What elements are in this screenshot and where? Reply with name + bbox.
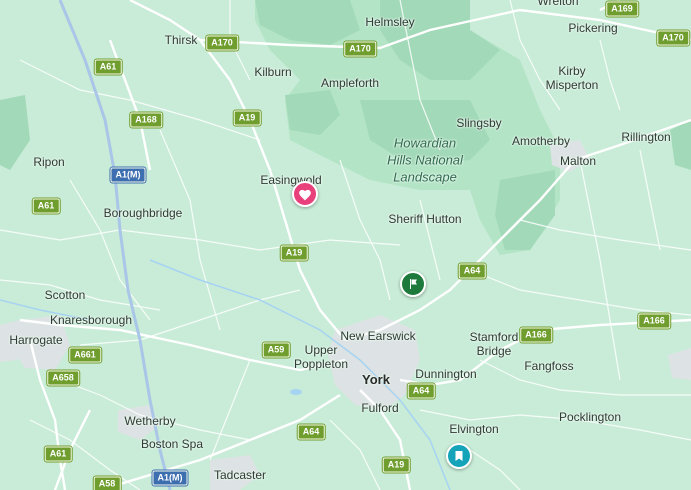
road-shield-a19: A19: [233, 110, 261, 126]
place-label-kilburn[interactable]: Kilburn: [254, 65, 291, 79]
place-label-wrelton[interactable]: Wrelton: [537, 0, 578, 8]
place-label-amotherby[interactable]: Amotherby: [512, 134, 570, 148]
place-label-malton[interactable]: Malton: [560, 154, 596, 168]
bookmark-marker[interactable]: [446, 443, 472, 469]
road-shield-a61: A61: [44, 446, 72, 462]
road-shield-a1m: A1(M): [152, 470, 188, 486]
place-label-wetherby[interactable]: Wetherby: [124, 414, 175, 428]
map-canvas[interactable]: A169 A170 A170 A170 A61 A168 A19 A1(M) A…: [0, 0, 691, 490]
place-label-pocklington[interactable]: Pocklington: [559, 410, 621, 424]
place-label-kirby-misperton[interactable]: Kirby Misperton: [546, 64, 599, 92]
place-label-scotton[interactable]: Scotton: [45, 288, 86, 302]
place-label-tadcaster[interactable]: Tadcaster: [214, 468, 266, 482]
road-shield-a166: A166: [520, 327, 552, 343]
road-shield-a64: A64: [297, 424, 325, 440]
road-shield-a170: A170: [657, 30, 689, 46]
road-shield-a166: A166: [638, 313, 670, 329]
place-label-slingsby[interactable]: Slingsby: [456, 116, 501, 130]
road-shield-a658: A658: [47, 370, 79, 386]
place-label-ripon[interactable]: Ripon: [33, 155, 64, 169]
place-label-harrogate[interactable]: Harrogate: [9, 333, 62, 347]
place-label-upper-poppleton[interactable]: Upper Poppleton: [294, 343, 348, 371]
flag-icon: [409, 279, 417, 289]
place-label-rillington[interactable]: Rillington: [621, 130, 670, 144]
place-label-stamford-bridge[interactable]: Stamford Bridge: [470, 330, 519, 358]
place-label-helmsley[interactable]: Helmsley: [365, 15, 414, 29]
place-label-knaresborough[interactable]: Knaresborough: [50, 313, 132, 327]
road-shield-a19: A19: [382, 457, 410, 473]
bookmark-icon: [455, 451, 463, 461]
road-shield-a169: A169: [606, 1, 638, 17]
place-label-ampleforth[interactable]: Ampleforth: [321, 76, 379, 90]
road-shield-a58: A58: [93, 476, 121, 490]
road-shield-a661: A661: [69, 347, 101, 363]
place-label-dunnington[interactable]: Dunnington: [415, 367, 476, 381]
howardian-hills-label[interactable]: Howardian Hills National Landscape: [370, 135, 480, 186]
place-label-thirsk[interactable]: Thirsk: [165, 33, 198, 47]
place-label-elvington[interactable]: Elvington: [449, 422, 498, 436]
place-label-fulford[interactable]: Fulford: [361, 401, 398, 415]
road-shield-a61: A61: [94, 59, 122, 75]
road-shield-a64: A64: [458, 263, 486, 279]
place-label-fangfoss[interactable]: Fangfoss: [524, 359, 573, 373]
road-shield-a19: A19: [280, 245, 308, 261]
road-shield-a59: A59: [262, 342, 290, 358]
road-shield-a61: A61: [32, 198, 60, 214]
place-label-boroughbridge[interactable]: Boroughbridge: [104, 206, 183, 220]
place-label-boston-spa[interactable]: Boston Spa: [141, 437, 203, 451]
place-label-new-earswick[interactable]: New Earswick: [340, 329, 415, 343]
place-label-sheriff-hutton[interactable]: Sheriff Hutton: [388, 212, 461, 226]
road-shield-a170: A170: [344, 41, 376, 57]
place-label-pickering[interactable]: Pickering: [568, 21, 617, 35]
road-shield-a64: A64: [407, 383, 435, 399]
road-shield-a170: A170: [206, 35, 238, 51]
flag-marker[interactable]: [400, 271, 426, 297]
road-shield-a1m: A1(M): [110, 167, 146, 183]
place-label-york[interactable]: York: [362, 373, 390, 387]
road-shield-a168: A168: [130, 112, 162, 128]
heart-icon: [299, 189, 311, 200]
favorite-marker[interactable]: [292, 181, 318, 207]
